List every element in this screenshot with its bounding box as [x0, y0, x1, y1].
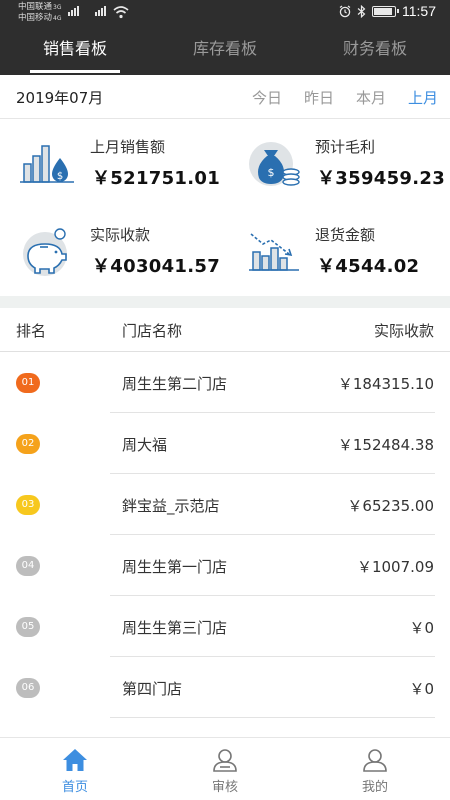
metric-label: 退货金额 [315, 226, 376, 244]
store-amount: ￥0 [409, 680, 434, 698]
store-name: 鉡宝益_示范店 [122, 497, 220, 515]
rank-badge: 05 [16, 617, 40, 637]
table-row[interactable]: 06 第四门店 ￥0 [0, 657, 450, 718]
alarm-icon [339, 5, 351, 17]
money-bag-icon: $ [249, 142, 300, 186]
metric-estimated-gross-profit: $ 预计毛利 ￥359459.23 [225, 120, 450, 208]
carrier-2-network: 4G [53, 15, 62, 22]
wifi-icon [113, 6, 129, 19]
nav-review[interactable]: 审核 [150, 738, 300, 800]
status-right: 11:57 [339, 3, 436, 19]
period-options: 今日 昨日 本月 上月 [252, 87, 438, 108]
status-bar: 中国联通3G 中国移动4G 11:57 [0, 0, 450, 28]
carrier-info: 中国联通3G 中国移动4G [18, 2, 61, 24]
table-row[interactable]: 03 鉡宝益_示范店 ￥65235.00 [0, 474, 450, 535]
store-amount: ￥65235.00 [347, 497, 434, 515]
tab-finance-board[interactable]: 财务看板 [300, 28, 450, 75]
table-header: 排名 门店名称 实际收款 [0, 308, 450, 352]
store-name: 周生生第一门店 [122, 558, 228, 576]
metrics-panel: $ 上月销售额 ￥521751.01 $ 预计毛利 ￥359459.23 实际收… [0, 120, 450, 296]
battery-icon [372, 5, 399, 17]
board-tabs: 销售看板 库存看板 财务看板 [0, 28, 450, 75]
carrier-1: 中国联通 [18, 2, 53, 12]
piggy-bank-icon [23, 228, 67, 276]
svg-text:$: $ [268, 166, 275, 179]
top-bar: 中国联通3G 中国移动4G 11:57 销售看板 库存看板 财务看板 [0, 0, 450, 75]
tab-inventory-board[interactable]: 库存看板 [150, 28, 300, 75]
reviewer-icon [213, 749, 237, 772]
metric-label: 上月销售额 [90, 138, 166, 156]
metric-value: ￥4544.02 [317, 256, 420, 277]
store-name: 周大福 [122, 436, 168, 454]
profile-icon [363, 749, 387, 772]
bar-chart-money-icon: $ [20, 145, 74, 183]
store-amount: ￥152484.38 [337, 436, 434, 454]
period-today[interactable]: 今日 [252, 87, 282, 108]
metric-return-amount: 退货金额 ￥4544.02 [225, 208, 450, 296]
store-name: 第四门店 [122, 680, 183, 698]
signal-icon [68, 6, 79, 16]
period-this-month[interactable]: 本月 [356, 87, 386, 108]
metric-value: ￥403041.57 [92, 256, 221, 277]
status-time: 11:57 [402, 3, 436, 19]
carrier-2: 中国移动 [18, 13, 53, 23]
rank-badge: 06 [16, 678, 40, 698]
table-row[interactable]: 02 周大福 ￥152484.38 [0, 413, 450, 474]
period-last-month[interactable]: 上月 [408, 87, 438, 108]
nav-mine[interactable]: 我的 [300, 738, 450, 800]
carrier-1-network: 3G [53, 4, 62, 11]
nav-home[interactable]: 首页 [0, 738, 150, 800]
period-yesterday[interactable]: 昨日 [304, 87, 334, 108]
table-row[interactable]: 01 周生生第二门店 ￥184315.10 [0, 352, 450, 413]
period-bar: 2019年07月 今日 昨日 本月 上月 [0, 75, 450, 119]
declining-chart-icon [249, 233, 299, 271]
metric-actual-receipts: 实际收款 ￥403041.57 [0, 208, 225, 296]
rank-badge: 03 [16, 495, 40, 515]
section-divider [0, 296, 450, 308]
rank-badge: 02 [16, 434, 40, 454]
table-row[interactable]: 04 周生生第一门店 ￥1007.09 [0, 535, 450, 596]
store-amount: ￥0 [409, 619, 434, 637]
nav-label: 审核 [211, 780, 238, 795]
store-amount: ￥184315.10 [337, 375, 434, 393]
store-amount: ￥1007.09 [356, 558, 434, 576]
rank-badge: 01 [16, 373, 40, 393]
tab-sales-board[interactable]: 销售看板 [0, 28, 150, 75]
store-name: 周生生第三门店 [122, 619, 228, 637]
metric-last-month-sales: $ 上月销售额 ￥521751.01 [0, 120, 225, 208]
store-ranking-list: 01 周生生第二门店 ￥184315.10 02 周大福 ￥152484.38 … [0, 352, 450, 718]
bottom-nav: 首页 审核 我的 [0, 737, 450, 800]
home-icon [63, 749, 87, 771]
store-name: 周生生第二门店 [122, 375, 228, 393]
svg-text:$: $ [57, 171, 63, 182]
metric-value: ￥359459.23 [317, 168, 446, 189]
metric-label: 实际收款 [90, 226, 151, 244]
header-rank: 排名 [16, 322, 47, 340]
table-row[interactable]: 05 周生生第三门店 ￥0 [0, 596, 450, 657]
month-selector[interactable]: 2019年07月 [16, 87, 103, 108]
nav-label: 我的 [361, 780, 388, 795]
header-store: 门店名称 [122, 322, 183, 340]
bluetooth-icon [357, 4, 366, 18]
nav-label: 首页 [61, 780, 88, 795]
signal-icon [95, 6, 106, 16]
metric-label: 预计毛利 [315, 138, 376, 156]
metric-value: ￥521751.01 [92, 168, 221, 189]
header-amount: 实际收款 [373, 322, 434, 340]
rank-badge: 04 [16, 556, 40, 576]
